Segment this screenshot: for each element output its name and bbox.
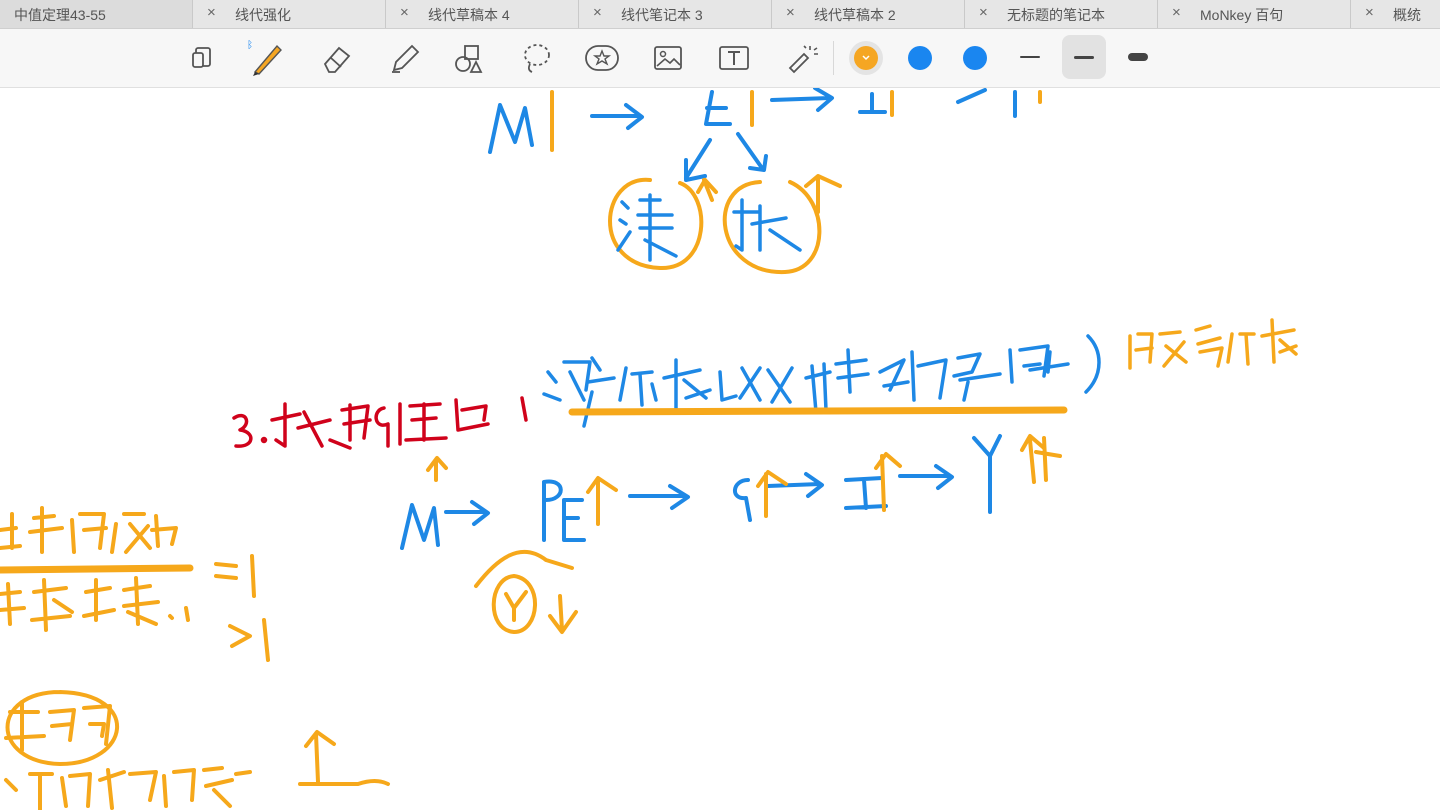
top-chain-orange-ink [550,90,1042,275]
laser-pointer-button[interactable] [781,37,823,79]
shapes-icon [455,45,483,73]
tab-label: 线代强化 [235,7,291,23]
lasso-icon [524,44,550,73]
tab-label: MoNkey 百句 [1200,7,1284,23]
section-3-heading-ink [232,396,528,450]
image-button[interactable] [647,37,689,79]
close-tab-icon[interactable]: × [786,4,795,21]
close-tab-icon[interactable]: × [400,4,409,21]
circle-words-ink [616,193,802,262]
close-tab-icon[interactable]: × [593,4,602,21]
image-icon [654,46,682,70]
tab-caogao-2[interactable]: × 线代草稿本 2 [772,0,965,28]
highlighter-icon [392,44,420,73]
stroke-width-thin[interactable] [1008,35,1052,79]
tab-label: 中值定理43-55 [14,7,106,23]
left-notes-ink [0,506,390,810]
close-tab-icon[interactable]: × [979,4,988,21]
color-swatch-orange[interactable] [849,41,883,75]
eraser-button[interactable] [316,37,358,79]
stroke-width-thick[interactable] [1116,35,1160,79]
second-chain-orange-ink [426,434,1062,634]
color-swatch-blue-2[interactable] [958,41,992,75]
page-layout-icon [192,47,211,68]
stroke-width-medium[interactable] [1062,35,1106,79]
tab-label: 无标题的笔记本 [1007,7,1105,23]
tab-label: 线代笔记本 3 [621,7,703,23]
close-tab-icon[interactable]: × [207,4,216,21]
page-layout-button[interactable] [181,37,223,79]
tab-label: 线代草稿本 4 [428,7,510,23]
tab-untitled[interactable]: × 无标题的笔记本 [965,0,1158,28]
tab-label: 线代草稿本 2 [814,7,896,23]
chevron-down-icon [862,55,870,61]
color-swatch-blue-1[interactable] [903,41,937,75]
sticker-icon [585,45,619,71]
tab-caogao-4[interactable]: × 线代草稿本 4 [386,0,579,28]
tab-bar: 中值定理43-55 × 线代强化 × 线代草稿本 4 × 线代笔记本 3 × 线… [0,0,1440,29]
shapes-button[interactable] [448,37,490,79]
pen-icon: ᛒ [247,40,282,76]
second-chain-ink [400,434,1002,550]
highlighter-button[interactable] [383,37,425,79]
tab-label: 概统 [1393,7,1421,23]
text-button[interactable] [713,37,755,79]
tab-biji-3[interactable]: × 线代笔记本 3 [579,0,772,28]
tab-xiandai-qianghua[interactable]: × 线代强化 [193,0,386,28]
sticker-button[interactable] [581,37,623,79]
close-tab-icon[interactable]: × [1172,4,1181,21]
text-icon [719,46,749,70]
tool-bar: ᛒ [0,29,1440,88]
close-tab-icon[interactable]: × [1365,4,1374,21]
tab-zhongzhi[interactable]: 中值定理43-55 [0,0,193,28]
tab-monkey[interactable]: × MoNkey 百句 [1158,0,1351,28]
service-price-ink [1128,318,1298,370]
toolbar-divider [833,41,834,75]
handwriting-layer [0,88,1298,810]
svg-text:ᛒ: ᛒ [247,40,253,51]
pen-button[interactable]: ᛒ [246,37,288,79]
eraser-icon [323,46,351,73]
tab-gaitong[interactable]: × 概统 [1351,0,1440,28]
underline-assets [568,406,1068,416]
lasso-button[interactable] [515,37,557,79]
laser-pointer-icon [788,45,818,74]
note-canvas[interactable] [0,88,1440,810]
